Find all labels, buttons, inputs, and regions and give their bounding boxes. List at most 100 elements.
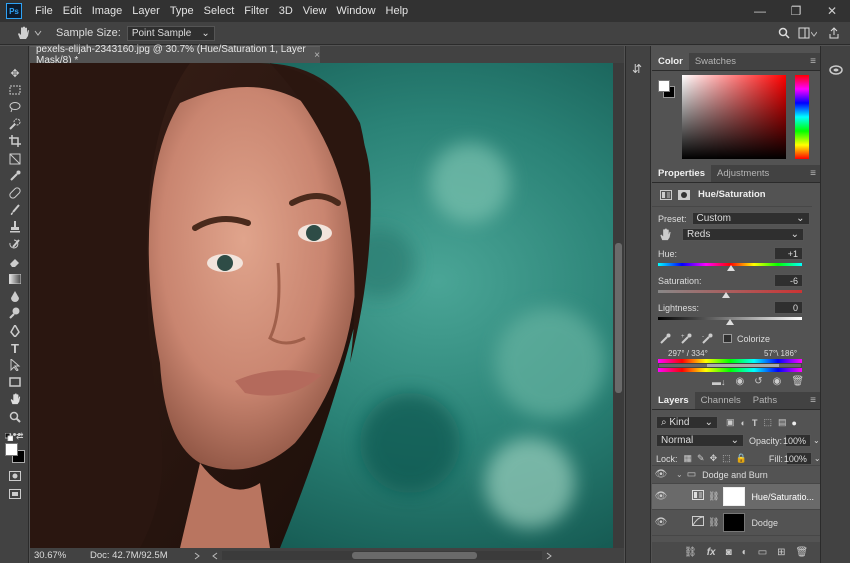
workspace-icon[interactable] bbox=[798, 27, 810, 39]
view-previous-icon[interactable]: ◉ bbox=[736, 376, 745, 387]
layer-mask-thumbnail[interactable] bbox=[723, 487, 746, 506]
close-button[interactable]: ✕ bbox=[814, 0, 850, 22]
blur-tool-icon[interactable] bbox=[5, 289, 25, 303]
document-canvas[interactable] bbox=[30, 63, 613, 548]
clip-to-layer-icon[interactable]: ▬↓ bbox=[712, 377, 726, 387]
link-icon[interactable]: ⛓ bbox=[708, 491, 719, 502]
menu-layer[interactable]: Layer bbox=[127, 5, 165, 17]
add-mask-icon[interactable]: ◙ bbox=[726, 547, 732, 558]
lightness-value-input[interactable]: 0 bbox=[774, 301, 803, 314]
saturation-value-input[interactable]: -6 bbox=[774, 274, 803, 287]
link-icon[interactable]: ⛓ bbox=[708, 517, 719, 528]
chevron-down-icon[interactable]: ⌄ bbox=[814, 454, 821, 463]
hue-slider-thumb[interactable] bbox=[726, 265, 735, 271]
colorize-checkbox[interactable] bbox=[723, 334, 732, 343]
zoom-level[interactable]: 30.67% bbox=[34, 550, 86, 561]
sample-size-select[interactable]: Point Sample ⌄ bbox=[126, 25, 215, 41]
chevron-down-icon[interactable] bbox=[34, 29, 42, 37]
menu-type[interactable]: Type bbox=[165, 5, 199, 17]
new-layer-icon[interactable]: ⊞ bbox=[777, 547, 785, 558]
menu-image[interactable]: Image bbox=[87, 5, 128, 17]
trash-icon[interactable]: 🗑 bbox=[791, 376, 804, 387]
libraries-panel-icon[interactable] bbox=[829, 64, 843, 79]
lock-transparent-icon[interactable]: ▦ bbox=[684, 453, 693, 464]
fill-input[interactable]: 100% bbox=[784, 452, 812, 465]
menu-help[interactable]: Help bbox=[381, 5, 414, 17]
eye-icon[interactable]: 👁 bbox=[652, 469, 670, 480]
rectangle-tool-icon[interactable] bbox=[5, 375, 25, 389]
chevron-right-icon[interactable] bbox=[194, 552, 200, 560]
filter-shape-icon[interactable]: ⬚ bbox=[763, 417, 772, 428]
eraser-tool-icon[interactable] bbox=[5, 255, 25, 269]
clone-stamp-tool-icon[interactable] bbox=[5, 220, 25, 234]
history-brush-tool-icon[interactable] bbox=[5, 238, 25, 252]
filter-type-icon[interactable]: T bbox=[752, 418, 758, 428]
lightness-slider-thumb[interactable] bbox=[726, 319, 734, 325]
brush-tool-icon[interactable] bbox=[5, 203, 25, 217]
menu-filter[interactable]: Filter bbox=[239, 5, 273, 17]
hand-tool-icon[interactable] bbox=[5, 392, 25, 406]
lock-position-icon[interactable]: ✥ bbox=[710, 453, 718, 464]
filter-smart-object-icon[interactable]: ▤ bbox=[778, 417, 787, 428]
chevron-down-icon[interactable]: ⌄ bbox=[676, 470, 683, 479]
healing-brush-tool-icon[interactable] bbox=[5, 186, 25, 200]
tab-layers[interactable]: Layers bbox=[652, 392, 695, 409]
saturation-slider-thumb[interactable] bbox=[721, 292, 730, 298]
path-selection-tool-icon[interactable] bbox=[5, 358, 25, 372]
scrollbar-thumb[interactable] bbox=[615, 243, 622, 393]
restore-button[interactable]: ❐ bbox=[778, 0, 814, 22]
close-tab-icon[interactable]: × bbox=[314, 50, 320, 61]
menu-edit[interactable]: Edit bbox=[58, 5, 87, 17]
preset-select[interactable]: Custom ⌄ bbox=[691, 212, 810, 225]
marquee-tool-icon[interactable] bbox=[5, 83, 25, 97]
opacity-input[interactable]: 100% bbox=[783, 434, 812, 447]
eyedropper-minus-icon[interactable]: - bbox=[702, 333, 713, 344]
scroll-left-icon[interactable] bbox=[211, 552, 218, 560]
layer-row-hue-saturation[interactable]: 👁 ⛓ Hue/Saturatio... bbox=[652, 484, 820, 510]
frame-tool-icon[interactable] bbox=[5, 152, 25, 166]
delete-layer-icon[interactable]: 🗑 bbox=[796, 547, 809, 558]
eye-icon[interactable]: 👁 bbox=[652, 491, 670, 502]
quick-selection-tool-icon[interactable] bbox=[5, 117, 25, 131]
new-group-icon[interactable]: ▭ bbox=[758, 547, 767, 558]
tab-paths[interactable]: Paths bbox=[747, 392, 783, 409]
foreground-color-swatch[interactable] bbox=[658, 80, 670, 92]
eyedropper-plus-icon[interactable]: + bbox=[681, 333, 692, 344]
adjustment-layer-icon[interactable] bbox=[660, 189, 672, 200]
layer-mask-thumbnail[interactable] bbox=[723, 513, 746, 532]
eye-icon[interactable]: 👁 bbox=[652, 517, 670, 528]
filter-toggle-icon[interactable]: ● bbox=[791, 418, 796, 428]
search-icon[interactable] bbox=[778, 27, 790, 39]
document-tab[interactable]: pexels-elijah-2343160.jpg @ 30.7% (Hue/S… bbox=[30, 44, 320, 66]
share-icon[interactable] bbox=[828, 27, 840, 39]
pen-tool-icon[interactable] bbox=[5, 324, 25, 338]
menu-window[interactable]: Window bbox=[331, 5, 380, 17]
blend-mode-select[interactable]: Normal ⌄ bbox=[656, 434, 744, 447]
vertical-scrollbar[interactable] bbox=[613, 63, 624, 548]
move-tool-icon[interactable]: ✥ bbox=[5, 66, 25, 80]
quick-mask-icon[interactable] bbox=[5, 469, 25, 483]
dodge-tool-icon[interactable] bbox=[5, 306, 25, 320]
menu-view[interactable]: View bbox=[298, 5, 332, 17]
channel-select[interactable]: Reds ⌄ bbox=[682, 228, 804, 241]
layer-filter-select[interactable]: ⌕ Kind ⌄ bbox=[656, 416, 718, 429]
layer-row-dodge[interactable]: 👁 ⛓ Dodge bbox=[652, 510, 820, 536]
crop-tool-icon[interactable] bbox=[5, 134, 25, 148]
new-adjustment-icon[interactable]: ◐ bbox=[742, 547, 748, 558]
lasso-tool-icon[interactable] bbox=[5, 100, 25, 114]
layer-row-group[interactable]: 👁 ⌄ ▭ Dodge and Burn bbox=[652, 466, 820, 484]
tab-adjustments[interactable]: Adjustments bbox=[711, 165, 775, 182]
scrollbar-thumb[interactable] bbox=[351, 552, 477, 559]
fx-icon[interactable]: fx bbox=[707, 547, 716, 558]
tab-properties[interactable]: Properties bbox=[652, 165, 711, 182]
hue-slider[interactable] bbox=[795, 75, 809, 159]
color-field[interactable] bbox=[682, 75, 786, 159]
lock-all-icon[interactable]: 🔒 bbox=[736, 453, 747, 464]
foreground-color-swatch[interactable] bbox=[5, 443, 18, 456]
panel-menu-icon[interactable]: ≡ bbox=[810, 56, 816, 67]
horizontal-scrollbar[interactable] bbox=[221, 551, 542, 560]
menu-file[interactable]: File bbox=[30, 5, 58, 17]
minimize-button[interactable]: — bbox=[742, 0, 778, 22]
lock-pixels-icon[interactable]: ✎ bbox=[697, 453, 705, 464]
link-layers-icon[interactable]: ⛓ bbox=[684, 547, 697, 558]
